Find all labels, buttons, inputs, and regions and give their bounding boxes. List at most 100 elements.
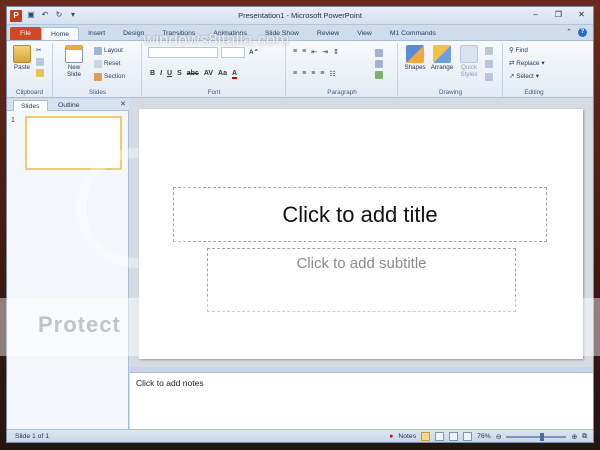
layout-button[interactable]: Layout xyxy=(94,46,123,55)
justify-icon[interactable]: ≡ xyxy=(320,70,324,78)
tab-home[interactable]: Home xyxy=(40,27,80,40)
drawing-group: Shapes Arrange Quick Styles Drawing xyxy=(399,43,503,97)
minimize-icon[interactable]: – xyxy=(530,10,541,20)
paste-button[interactable]: Paste xyxy=(10,45,34,71)
italic-icon[interactable]: I xyxy=(160,70,162,79)
align-center-icon[interactable]: ≡ xyxy=(302,70,306,78)
shapes-button[interactable]: Shapes xyxy=(402,45,428,71)
font-group-label: Font xyxy=(207,89,221,96)
select-icon: ↗ xyxy=(509,73,515,80)
shape-effects-button[interactable] xyxy=(485,72,493,81)
drawing-group-label: Drawing xyxy=(438,89,463,96)
status-right-controls: ● Notes 76% ⊖ ⊕ ⧉ xyxy=(389,432,587,441)
tab-file[interactable]: File xyxy=(10,27,41,40)
bullets-icon[interactable]: ≡ xyxy=(293,48,297,56)
align-text-icon xyxy=(375,59,383,68)
smartart-button[interactable] xyxy=(375,70,383,79)
reading-view-icon[interactable] xyxy=(449,432,459,441)
zoom-slider[interactable] xyxy=(506,432,567,441)
zoom-out-icon[interactable]: ⊖ xyxy=(496,433,502,441)
normal-view-icon[interactable] xyxy=(421,432,431,441)
slide-editor: Click to add title Click to add subtitle xyxy=(130,99,593,367)
tab-slide-show[interactable]: Slide Show xyxy=(256,27,308,40)
copy-button[interactable] xyxy=(36,57,44,66)
subtitle-placeholder[interactable]: Click to add subtitle xyxy=(207,248,516,312)
shape-fill-button[interactable] xyxy=(485,46,493,55)
zoom-in-icon[interactable]: ⊕ xyxy=(571,433,577,441)
new-slide-button[interactable]: New Slide xyxy=(60,45,88,78)
format-painter-button[interactable] xyxy=(36,68,44,77)
notes-pane[interactable]: Click to add notes xyxy=(130,372,593,429)
paste-icon xyxy=(13,45,31,63)
editing-group-label: Editing xyxy=(524,89,544,96)
grow-font-button[interactable]: A⌃ xyxy=(249,48,259,57)
tab-animations[interactable]: Animations xyxy=(204,27,256,40)
tab-m1-commands[interactable]: M1 Commands xyxy=(381,27,445,40)
paragraph-align-row: ≡ ≡ ≡ ≡ ☷ xyxy=(293,70,336,78)
ribbon: Paste ✂ Clipboard New Slide Layout Reset… xyxy=(7,40,593,98)
help-icon[interactable]: ? xyxy=(578,28,587,37)
pane-close-icon[interactable]: ✕ xyxy=(120,100,126,108)
restore-icon[interactable]: ❐ xyxy=(553,10,564,20)
replace-button[interactable]: ⇄ Replace ▾ xyxy=(509,59,545,68)
close-icon[interactable]: ✕ xyxy=(576,10,587,20)
shape-fill-icon xyxy=(485,46,493,55)
tab-insert[interactable]: Insert xyxy=(79,27,114,40)
align-text-button[interactable] xyxy=(375,59,383,68)
minimize-ribbon-icon[interactable]: ⌃ xyxy=(566,28,572,37)
arrange-button[interactable]: Arrange xyxy=(429,45,455,71)
zoom-level[interactable]: 76% xyxy=(477,433,491,440)
slide-sorter-view-icon[interactable] xyxy=(435,432,445,441)
font-group: A⌃ B I U S abc AV Aa A Font xyxy=(143,43,286,97)
fit-to-window-icon[interactable]: ⧉ xyxy=(582,433,587,441)
character-spacing-icon[interactable]: AV xyxy=(204,70,213,79)
clipboard-group: Paste ✂ Clipboard xyxy=(7,43,53,97)
tab-view[interactable]: View xyxy=(348,27,381,40)
replace-dropdown-icon: ▾ xyxy=(541,60,545,67)
strikethrough-icon[interactable]: abc xyxy=(187,70,199,79)
bold-icon[interactable]: B xyxy=(150,70,155,79)
slide-canvas[interactable]: Click to add title Click to add subtitle xyxy=(139,109,583,359)
change-case-icon[interactable]: Aa xyxy=(218,70,227,79)
columns-icon[interactable]: ☷ xyxy=(329,70,335,78)
cut-button[interactable]: ✂ xyxy=(36,46,41,55)
shape-outline-button[interactable] xyxy=(485,59,493,68)
quick-styles-button[interactable]: Quick Styles xyxy=(456,45,482,78)
shape-effects-icon xyxy=(485,72,493,81)
reset-button[interactable]: Reset xyxy=(94,59,120,68)
grow-font-icon: A⌃ xyxy=(249,49,259,56)
section-button[interactable]: Section xyxy=(94,72,125,81)
select-button[interactable]: ↗ Select ▾ xyxy=(509,72,539,81)
font-size-select[interactable] xyxy=(221,47,245,58)
title-placeholder[interactable]: Click to add title xyxy=(173,187,547,242)
slides-group-label: Slides xyxy=(88,89,107,96)
arrange-icon xyxy=(433,45,451,63)
slide-show-view-icon[interactable] xyxy=(463,432,473,441)
notes-placeholder: Click to add notes xyxy=(136,378,204,388)
tab-design[interactable]: Design xyxy=(114,27,153,40)
tab-review[interactable]: Review xyxy=(308,27,348,40)
tab-outline[interactable]: Outline xyxy=(51,100,87,111)
line-spacing-icon[interactable]: ⇕ xyxy=(333,48,339,56)
font-color-icon[interactable]: A xyxy=(231,70,238,79)
underline-icon[interactable]: U xyxy=(167,70,172,79)
format-painter-icon xyxy=(36,68,44,77)
align-left-icon[interactable]: ≡ xyxy=(293,70,297,78)
numbering-icon[interactable]: ≡ xyxy=(302,48,306,56)
font-family-select[interactable] xyxy=(148,47,218,58)
tab-transitions[interactable]: Transitions xyxy=(153,27,204,40)
align-right-icon[interactable]: ≡ xyxy=(311,70,315,78)
zoom-slider-thumb[interactable] xyxy=(540,432,545,441)
tab-slides[interactable]: Slides xyxy=(13,100,48,111)
replace-icon: ⇄ xyxy=(509,60,515,67)
decrease-indent-icon[interactable]: ⇤ xyxy=(311,48,317,56)
slide-thumbnail[interactable] xyxy=(25,116,122,170)
window-controls: – ❐ ✕ xyxy=(530,10,587,20)
shadow-icon[interactable]: S xyxy=(177,70,182,79)
find-button[interactable]: ⚲ Find xyxy=(509,46,528,55)
notes-button[interactable]: Notes xyxy=(398,433,416,440)
increase-indent-icon[interactable]: ⇥ xyxy=(322,48,328,56)
text-direction-button[interactable] xyxy=(375,48,383,57)
slides-pane: 1 xyxy=(7,111,129,429)
slides-group: New Slide Layout Reset Section Slides xyxy=(54,43,142,97)
